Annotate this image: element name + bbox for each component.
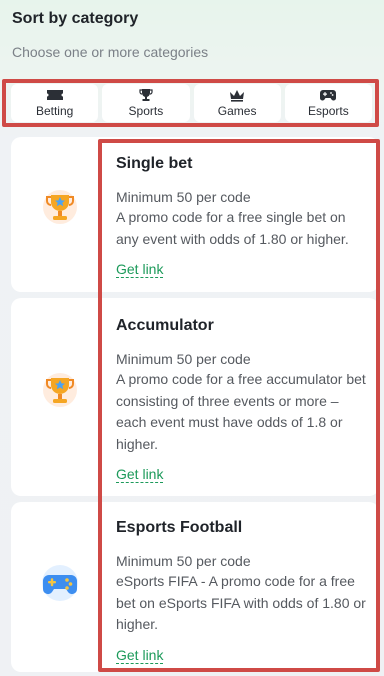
- promo-content-highlight-frame: [98, 139, 380, 672]
- category-esports[interactable]: Esports: [284, 84, 372, 122]
- page-title: Sort by category: [12, 10, 139, 27]
- category-label: Games: [217, 104, 257, 118]
- category-label: Sports: [128, 104, 164, 118]
- category-label: Esports: [308, 104, 349, 118]
- page-subtitle: Choose one or more categories: [12, 44, 209, 60]
- category-sports[interactable]: Sports: [102, 84, 190, 122]
- trophy-icon: [43, 373, 77, 407]
- trophy-icon: [139, 89, 153, 101]
- category-games[interactable]: Games: [193, 84, 281, 122]
- crown-icon: [230, 90, 245, 102]
- gamepad-icon: [42, 565, 78, 601]
- category-betting[interactable]: Betting: [11, 84, 99, 122]
- header: Sort by category: [12, 10, 138, 28]
- trophy-icon: [43, 190, 77, 224]
- category-label: Betting: [35, 104, 74, 118]
- ticket-icon: [46, 90, 63, 100]
- category-filter-bar: Betting Sports Games Esports: [11, 84, 372, 122]
- gamepad-icon: [320, 90, 337, 101]
